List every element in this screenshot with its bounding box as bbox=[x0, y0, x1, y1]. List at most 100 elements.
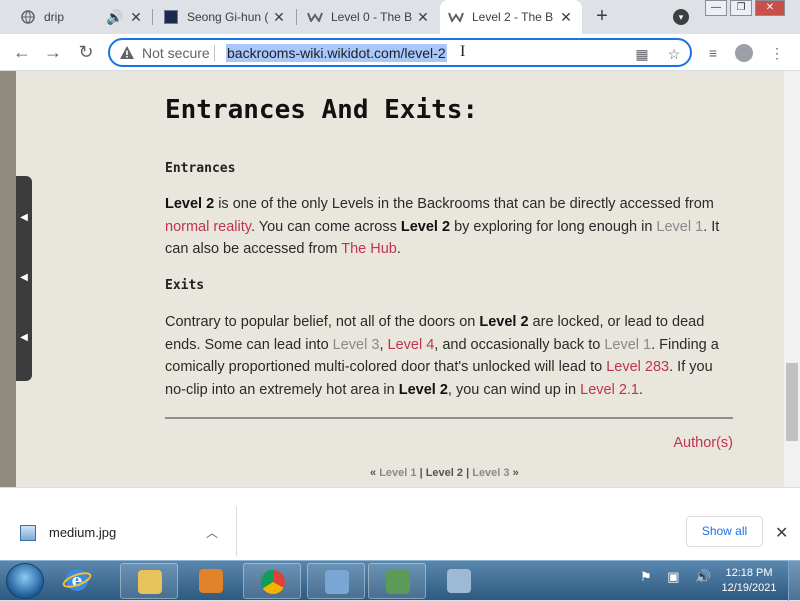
entrances-paragraph: Level 2 is one of the only Levels in the… bbox=[165, 193, 735, 261]
exits-paragraph: Contrary to popular belief, not all of t… bbox=[165, 311, 735, 401]
bold-text: Level 2 bbox=[398, 381, 448, 398]
profile-avatar[interactable] bbox=[735, 44, 753, 62]
taskbar-photo-viewer[interactable] bbox=[368, 563, 426, 599]
media-control-icon[interactable]: ≡ bbox=[704, 44, 722, 62]
start-button[interactable] bbox=[6, 563, 44, 599]
taskbar-control-panel[interactable] bbox=[307, 563, 365, 599]
back-button[interactable]: ← bbox=[12, 42, 32, 62]
tab-title: Level 2 - The B bbox=[472, 10, 554, 24]
tab-search-icon[interactable]: ▾ bbox=[673, 9, 689, 25]
reload-button[interactable]: ↻ bbox=[76, 42, 96, 62]
side-panel-handle[interactable]: ◀ ◀ ◀ bbox=[16, 176, 32, 381]
photo-viewer-icon bbox=[386, 570, 410, 594]
qr-code-icon[interactable]: ▦ bbox=[634, 46, 650, 62]
site-icon bbox=[163, 9, 179, 25]
forward-button[interactable]: → bbox=[43, 42, 63, 62]
pager-prev-link[interactable]: Level 1 bbox=[379, 467, 416, 479]
omnibox-divider bbox=[214, 45, 215, 61]
link-level-283[interactable]: Level 283 bbox=[606, 359, 669, 375]
text: . bbox=[638, 381, 644, 398]
entrances-subheading: Entrances bbox=[165, 161, 236, 176]
close-window-button[interactable]: ✕ bbox=[755, 0, 785, 16]
pager-separator: | bbox=[466, 467, 470, 479]
link-level-4[interactable]: Level 4 bbox=[388, 337, 435, 353]
text: , bbox=[379, 336, 388, 353]
link-level-1[interactable]: Level 1 bbox=[656, 219, 703, 235]
pager-current: Level 2 bbox=[425, 467, 464, 479]
level-pager: « Level 1 | Level 2 | Level 3 » bbox=[370, 467, 519, 479]
tab-separator bbox=[296, 9, 297, 25]
bookmark-star-icon[interactable]: ☆ bbox=[666, 46, 682, 62]
new-tab-button[interactable]: + bbox=[592, 6, 612, 27]
close-icon[interactable]: ✕ bbox=[128, 9, 144, 25]
link-level-2-1[interactable]: Level 2.1 bbox=[580, 382, 639, 398]
text: Contrary to popular belief, not all of t… bbox=[165, 314, 480, 330]
clock-time: 12:18 PM bbox=[725, 567, 773, 579]
taskbar-chrome[interactable] bbox=[243, 563, 301, 599]
next-mark: » bbox=[512, 467, 519, 479]
app-icon bbox=[447, 569, 471, 593]
download-divider bbox=[236, 506, 237, 556]
minimize-button[interactable]: — bbox=[705, 0, 727, 16]
system-clock[interactable]: 12:18 PM 12/19/2021 bbox=[716, 566, 782, 596]
taskbar-explorer[interactable] bbox=[120, 563, 178, 599]
internet-explorer-icon[interactable]: e bbox=[62, 565, 92, 595]
tab-strip: drip 🔊 ✕ Seong Gi-hun ( ✕ Level 0 - The … bbox=[0, 0, 800, 34]
taskbar-media-player[interactable] bbox=[182, 563, 240, 599]
tab-title: Seong Gi-hun ( bbox=[187, 10, 269, 24]
control-panel-icon bbox=[325, 570, 349, 594]
menu-kebab-icon[interactable]: ⋮ bbox=[768, 44, 786, 62]
warning-icon[interactable] bbox=[119, 45, 135, 61]
image-file-icon bbox=[20, 525, 36, 541]
system-tray[interactable]: ⚑ ▣ 🔊 bbox=[640, 569, 717, 585]
download-shelf: medium.jpg ︿ Show all ✕ bbox=[0, 487, 800, 560]
text: . You can come across bbox=[250, 218, 401, 235]
author-link[interactable]: Author(s) bbox=[673, 435, 733, 451]
arrow-left-icon[interactable]: ◀ bbox=[19, 213, 29, 223]
show-desktop-button[interactable] bbox=[788, 561, 800, 601]
url-text[interactable]: backrooms-wiki.wikidot.com/level-2 bbox=[226, 44, 447, 62]
arrow-left-icon[interactable]: ◀ bbox=[19, 333, 29, 343]
close-icon[interactable]: ✕ bbox=[775, 523, 788, 543]
address-bar[interactable]: Not secure backrooms-wiki.wikidot.com/le… bbox=[108, 38, 692, 67]
link-normal-reality[interactable]: normal reality bbox=[165, 219, 251, 235]
close-icon[interactable]: ✕ bbox=[558, 9, 574, 25]
page-viewport: ◀ ◀ ◀ Entrances And Exits: Entrances Lev… bbox=[0, 71, 800, 487]
tab-seong-gi-hun[interactable]: Seong Gi-hun ( ✕ bbox=[155, 0, 295, 34]
tab-level-0[interactable]: Level 0 - The B ✕ bbox=[299, 0, 439, 34]
divider bbox=[165, 417, 733, 419]
globe-icon bbox=[20, 9, 36, 25]
wikidot-icon bbox=[448, 9, 464, 25]
tab-level-2[interactable]: Level 2 - The B ✕ bbox=[440, 0, 582, 34]
pager-next-link[interactable]: Level 3 bbox=[472, 467, 509, 479]
tab-title: Level 0 - The B bbox=[331, 10, 413, 24]
tab-drip[interactable]: drip 🔊 ✕ bbox=[12, 0, 152, 34]
text-cursor-icon: I bbox=[460, 43, 466, 60]
close-icon[interactable]: ✕ bbox=[271, 9, 287, 25]
link-the-hub[interactable]: The Hub bbox=[341, 241, 397, 257]
tab-title: drip bbox=[44, 10, 65, 24]
speaker-icon[interactable]: 🔊 bbox=[106, 9, 123, 25]
download-filename[interactable]: medium.jpg bbox=[49, 525, 116, 540]
wikidot-icon bbox=[307, 9, 323, 25]
text: , and occasionally back to bbox=[434, 336, 605, 353]
text: is one of the only Levels in the Backroo… bbox=[214, 196, 714, 212]
scrollbar-thumb[interactable] bbox=[786, 363, 798, 441]
bold-text: Level 2 bbox=[165, 196, 215, 212]
text: by exploring for long enough in bbox=[450, 218, 657, 235]
security-label[interactable]: Not secure bbox=[142, 45, 210, 61]
maximize-button[interactable]: ❐ bbox=[730, 0, 752, 16]
taskbar-app[interactable] bbox=[430, 563, 488, 599]
close-icon[interactable]: ✕ bbox=[415, 9, 431, 25]
link-level-3[interactable]: Level 3 bbox=[333, 337, 380, 353]
link-level-1[interactable]: Level 1 bbox=[604, 337, 651, 353]
chevron-up-icon[interactable]: ︿ bbox=[206, 524, 218, 541]
page-left-border bbox=[0, 71, 16, 487]
show-all-button[interactable]: Show all bbox=[686, 516, 763, 547]
browser-toolbar: ← → ↻ Not secure backrooms-wiki.wikidot.… bbox=[0, 34, 800, 71]
text: . bbox=[396, 241, 401, 257]
arrow-left-icon[interactable]: ◀ bbox=[19, 273, 29, 283]
pager-separator: | bbox=[419, 467, 423, 479]
media-player-icon bbox=[199, 569, 223, 593]
bold-text: Level 2 bbox=[479, 314, 529, 330]
